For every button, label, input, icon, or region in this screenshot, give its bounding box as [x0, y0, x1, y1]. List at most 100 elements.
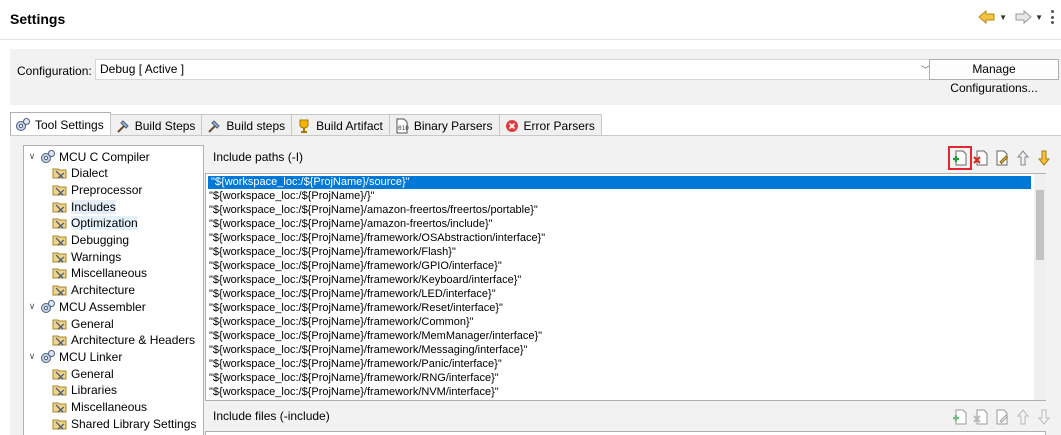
move-down-button[interactable] — [1035, 149, 1053, 167]
tab-build-artifact[interactable]: Build Artifact — [291, 114, 390, 136]
include-paths-title: Include paths (-I) — [213, 150, 304, 164]
tree-category[interactable]: ∨ MCU Assembler — [27, 298, 146, 315]
tree-category[interactable]: ∨ MCU C Compiler — [27, 148, 150, 165]
tab-build-steps[interactable]: Build Steps — [109, 114, 203, 136]
move-file-down-button[interactable] — [1035, 408, 1053, 426]
move-file-up-button[interactable] — [1014, 408, 1032, 426]
manage-configurations-button[interactable]: Manage Configurations... — [929, 59, 1059, 95]
delete-path-button[interactable] — [972, 149, 990, 167]
list-item[interactable]: "${workspace_loc:/${ProjName}/framework/… — [206, 231, 1045, 245]
back-dropdown-icon[interactable]: ▼ — [999, 13, 1007, 22]
tree-item-label: Shared Library Settings — [71, 416, 197, 431]
list-item[interactable]: "${workspace_loc:/${ProjName}/framework/… — [206, 315, 1045, 329]
list-item[interactable]: "${workspace_loc:/${ProjName}/framework/… — [206, 385, 1045, 399]
chevron-down-icon[interactable]: ∨ — [27, 301, 37, 312]
configuration-select[interactable]: Debug [ Active ] ﹀ — [95, 59, 935, 80]
tree-item[interactable]: Includes — [52, 198, 116, 215]
back-arrow-icon[interactable] — [977, 9, 997, 25]
list-item[interactable]: "${workspace_loc:/${ProjName}/framework/… — [206, 371, 1045, 385]
chevron-down-icon[interactable]: ∨ — [27, 151, 37, 162]
gears-icon — [40, 149, 56, 165]
tree-item[interactable]: Miscellaneous — [52, 399, 147, 416]
tree-item-label: Libraries — [71, 383, 118, 398]
list-item[interactable]: "${workspace_loc:/${ProjName}/}" — [206, 189, 1045, 203]
tab-label: Tool Settings — [35, 117, 104, 132]
tree-item-label: MCU Assembler — [59, 299, 146, 314]
tree-item-label: Architecture & Headers — [71, 333, 196, 348]
list-item[interactable]: "${workspace_loc:/${ProjName}/framework/… — [206, 301, 1045, 315]
add-path-button[interactable] — [948, 146, 972, 170]
history-nav: ▼ ▼ — [977, 9, 1055, 25]
include-files-header: Include files (-include) — [205, 404, 1056, 430]
folder-icon — [52, 382, 68, 398]
tree-item[interactable]: Libraries — [52, 382, 117, 399]
list-item[interactable]: "${workspace_loc:/${ProjName}/framework/… — [206, 245, 1045, 259]
list-item[interactable]: "${workspace_loc:/${ProjName}/source}" — [208, 176, 1031, 189]
include-files-list[interactable] — [205, 431, 1046, 435]
edit-file-button[interactable] — [993, 408, 1011, 426]
include-paths-scrollbar[interactable] — [1034, 174, 1046, 400]
folder-icon — [52, 265, 68, 281]
tree-item-label: Miscellaneous — [71, 266, 148, 281]
tree-item[interactable]: General — [52, 365, 114, 382]
chevron-down-icon[interactable]: ∨ — [27, 351, 37, 362]
tab-label: Build steps — [226, 118, 286, 133]
list-item[interactable]: "${workspace_loc:/${ProjName}/framework/… — [206, 329, 1045, 343]
tab-label: Binary Parsers — [413, 118, 493, 133]
include-paths-header: Include paths (-I) — [205, 146, 1056, 172]
folder-icon — [52, 316, 68, 332]
forward-dropdown-icon[interactable]: ▼ — [1035, 13, 1043, 22]
tab-binary-parsers[interactable]: 010 Binary Parsers — [388, 114, 500, 136]
tree-item[interactable]: General — [52, 315, 114, 332]
tree-item[interactable]: Shared Library Settings — [52, 415, 196, 432]
folder-icon — [52, 366, 68, 382]
tree-item[interactable]: Dialect — [52, 165, 108, 182]
include-files-toolbar — [951, 408, 1053, 426]
delete-file-button[interactable] — [972, 408, 990, 426]
tree-item[interactable]: Miscellaneous — [52, 265, 147, 282]
scrollbar-thumb[interactable] — [1036, 190, 1044, 260]
tree-item-label: Miscellaneous — [71, 400, 148, 414]
tree-item[interactable]: Preprocessor — [52, 181, 142, 198]
folder-icon — [52, 249, 68, 265]
add-file-button[interactable] — [951, 408, 969, 426]
svg-text:010: 010 — [398, 125, 409, 132]
list-item[interactable]: "${workspace_loc:/${ProjName}/amazon-fre… — [206, 203, 1045, 217]
error-icon — [504, 118, 520, 134]
list-item[interactable]: "${workspace_loc:/${ProjName}/amazon-fre… — [206, 217, 1045, 231]
tree-item-label: Preprocessor — [71, 182, 143, 197]
list-item[interactable]: "${workspace_loc:/${ProjName}/framework/… — [206, 343, 1045, 357]
tree-item[interactable]: Warnings — [52, 248, 121, 265]
forward-arrow-icon[interactable] — [1013, 9, 1033, 25]
tree-item-label: Debugging — [71, 233, 130, 247]
tree-item[interactable]: Architecture — [52, 282, 135, 299]
include-files-title: Include files (-include) — [213, 409, 330, 423]
configuration-value: Debug [ Active ] — [100, 62, 185, 76]
view-menu-icon[interactable] — [1049, 9, 1055, 25]
tab-error-parsers[interactable]: Error Parsers — [498, 114, 602, 136]
tree-item[interactable]: Debugging — [52, 232, 129, 249]
tree-item-label: Includes — [71, 199, 116, 214]
edit-path-button[interactable] — [993, 149, 1011, 167]
gears-icon — [15, 117, 31, 133]
gears-icon — [40, 349, 56, 365]
tree-item[interactable]: Architecture & Headers — [52, 332, 195, 349]
tree-item-label: General — [71, 316, 114, 331]
folder-icon — [52, 416, 68, 432]
settings-tabs: Tool Settings Build Steps Build steps Bu… — [10, 112, 602, 136]
move-up-button[interactable] — [1014, 149, 1032, 167]
tree-item-label: Dialect — [71, 166, 108, 181]
list-item[interactable]: "${workspace_loc:/${ProjName}/framework/… — [206, 273, 1045, 287]
folder-icon — [52, 332, 68, 348]
tree-item[interactable]: Optimization — [52, 215, 138, 232]
folder-icon — [52, 232, 68, 248]
tool-settings-tree[interactable]: ∨ MCU C Compiler Dialect Preprocessor Includ… — [23, 145, 204, 435]
hammer-icon — [115, 118, 131, 134]
include-paths-list[interactable]: "${workspace_loc:/${ProjName}/source}" "$… — [205, 173, 1046, 401]
list-item[interactable]: "${workspace_loc:/${ProjName}/framework/… — [206, 287, 1045, 301]
tab-tool-settings[interactable]: Tool Settings — [10, 112, 111, 136]
tab-build-steps-2[interactable]: Build steps — [201, 114, 293, 136]
tree-category[interactable]: ∨ MCU Linker — [27, 348, 122, 365]
list-item[interactable]: "${workspace_loc:/${ProjName}/framework/… — [206, 357, 1045, 371]
list-item[interactable]: "${workspace_loc:/${ProjName}/framework/… — [206, 259, 1045, 273]
